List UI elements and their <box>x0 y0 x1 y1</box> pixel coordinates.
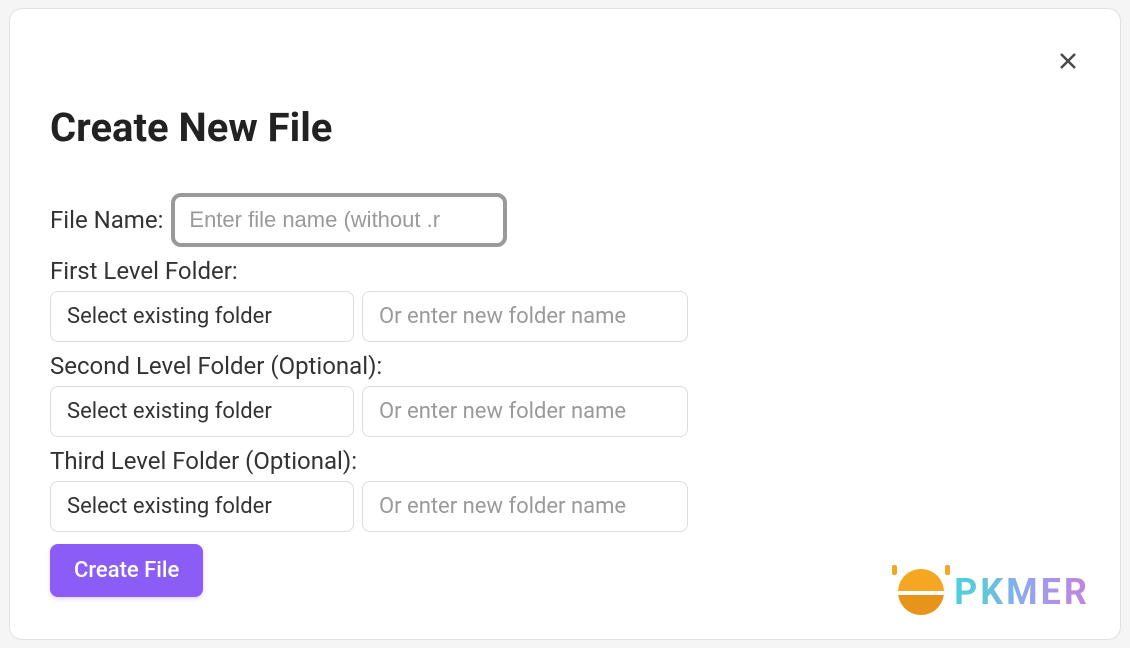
close-icon <box>1056 49 1080 73</box>
first-folder-row: Select existing folder <box>50 291 1080 342</box>
first-folder-select[interactable]: Select existing folder <box>50 291 354 342</box>
watermark-icon <box>898 569 944 615</box>
file-name-label: File Name: <box>50 206 163 234</box>
file-name-row: File Name: <box>50 193 1080 247</box>
third-folder-row: Select existing folder <box>50 481 1080 532</box>
close-button[interactable] <box>1052 45 1084 77</box>
third-folder-select[interactable]: Select existing folder <box>50 481 354 532</box>
first-folder-section: First Level Folder: Select existing fold… <box>50 257 1080 342</box>
second-folder-row: Select existing folder <box>50 386 1080 437</box>
second-folder-label: Second Level Folder (Optional): <box>50 352 1080 380</box>
watermark-text: PKMER <box>954 571 1090 613</box>
third-folder-label: Third Level Folder (Optional): <box>50 447 1080 475</box>
create-file-modal: Create New File File Name: First Level F… <box>10 9 1120 639</box>
third-folder-section: Third Level Folder (Optional): Select ex… <box>50 447 1080 532</box>
first-folder-label: First Level Folder: <box>50 257 1080 285</box>
create-file-button[interactable]: Create File <box>50 544 203 597</box>
watermark: PKMER <box>898 569 1090 615</box>
second-folder-input[interactable] <box>362 386 688 437</box>
second-folder-select[interactable]: Select existing folder <box>50 386 354 437</box>
first-folder-input[interactable] <box>362 291 688 342</box>
modal-title: Create New File <box>50 104 1080 151</box>
third-folder-input[interactable] <box>362 481 688 532</box>
file-name-input[interactable] <box>171 193 507 247</box>
second-folder-section: Second Level Folder (Optional): Select e… <box>50 352 1080 437</box>
